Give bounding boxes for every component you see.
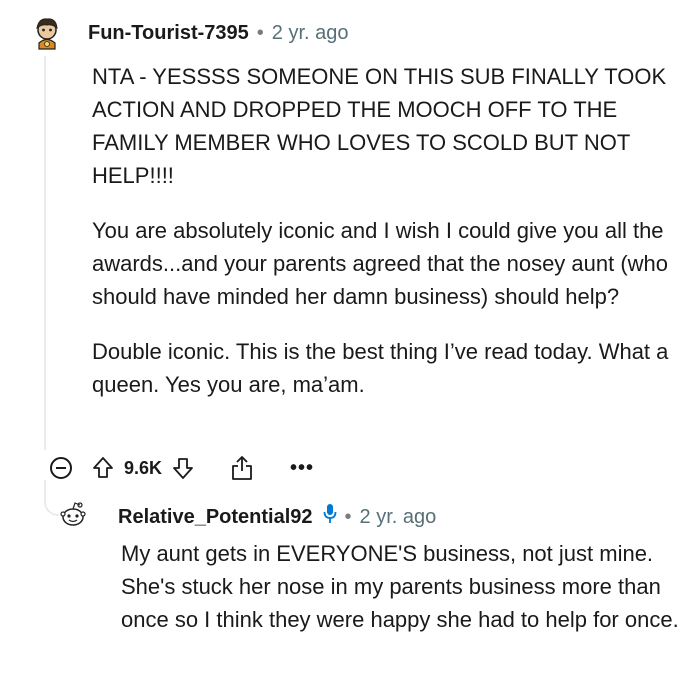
user-avatar-icon[interactable] — [58, 500, 88, 530]
vote-controls: 9.6K — [92, 456, 194, 480]
collapse-icon[interactable] — [50, 457, 72, 479]
comment-paragraph: You are absolutely iconic and I wish I c… — [92, 218, 669, 309]
share-icon[interactable] — [230, 455, 254, 481]
reply-username[interactable]: Relative_Potential92 — [118, 506, 313, 529]
upvote-icon[interactable] — [92, 456, 114, 480]
reply-text: My aunt gets in EVERYONE'S business, not… — [121, 541, 679, 632]
user-avatar-icon[interactable] — [30, 16, 64, 50]
reply-body: My aunt gets in EVERYONE'S business, not… — [121, 537, 681, 636]
downvote-icon[interactable] — [172, 456, 194, 480]
microphone-icon — [323, 503, 337, 531]
comment-action-bar: 9.6K ••• — [50, 451, 314, 485]
comment-paragraph: NTA - YESSSS SOMEONE ON THIS SUB FINALLY… — [92, 64, 667, 188]
meta-separator: • — [344, 505, 352, 528]
comment-paragraph: Double iconic. This is the best thing I’… — [92, 339, 669, 397]
more-options-button[interactable]: ••• — [290, 458, 314, 478]
comment-meta: Fun-Tourist-7395 • 2 yr. ago — [88, 22, 349, 45]
reply-meta: Relative_Potential92 • 2 yr. ago — [118, 503, 436, 531]
comment-username[interactable]: Fun-Tourist-7395 — [88, 22, 249, 45]
reply-timestamp: 2 yr. ago — [359, 505, 437, 528]
vote-score: 9.6K — [124, 457, 163, 478]
meta-separator: • — [256, 22, 264, 44]
comment-body: NTA - YESSSS SOMEONE ON THIS SUB FINALLY… — [92, 60, 672, 401]
comment-timestamp: 2 yr. ago — [271, 22, 349, 44]
thread-line — [44, 56, 46, 450]
